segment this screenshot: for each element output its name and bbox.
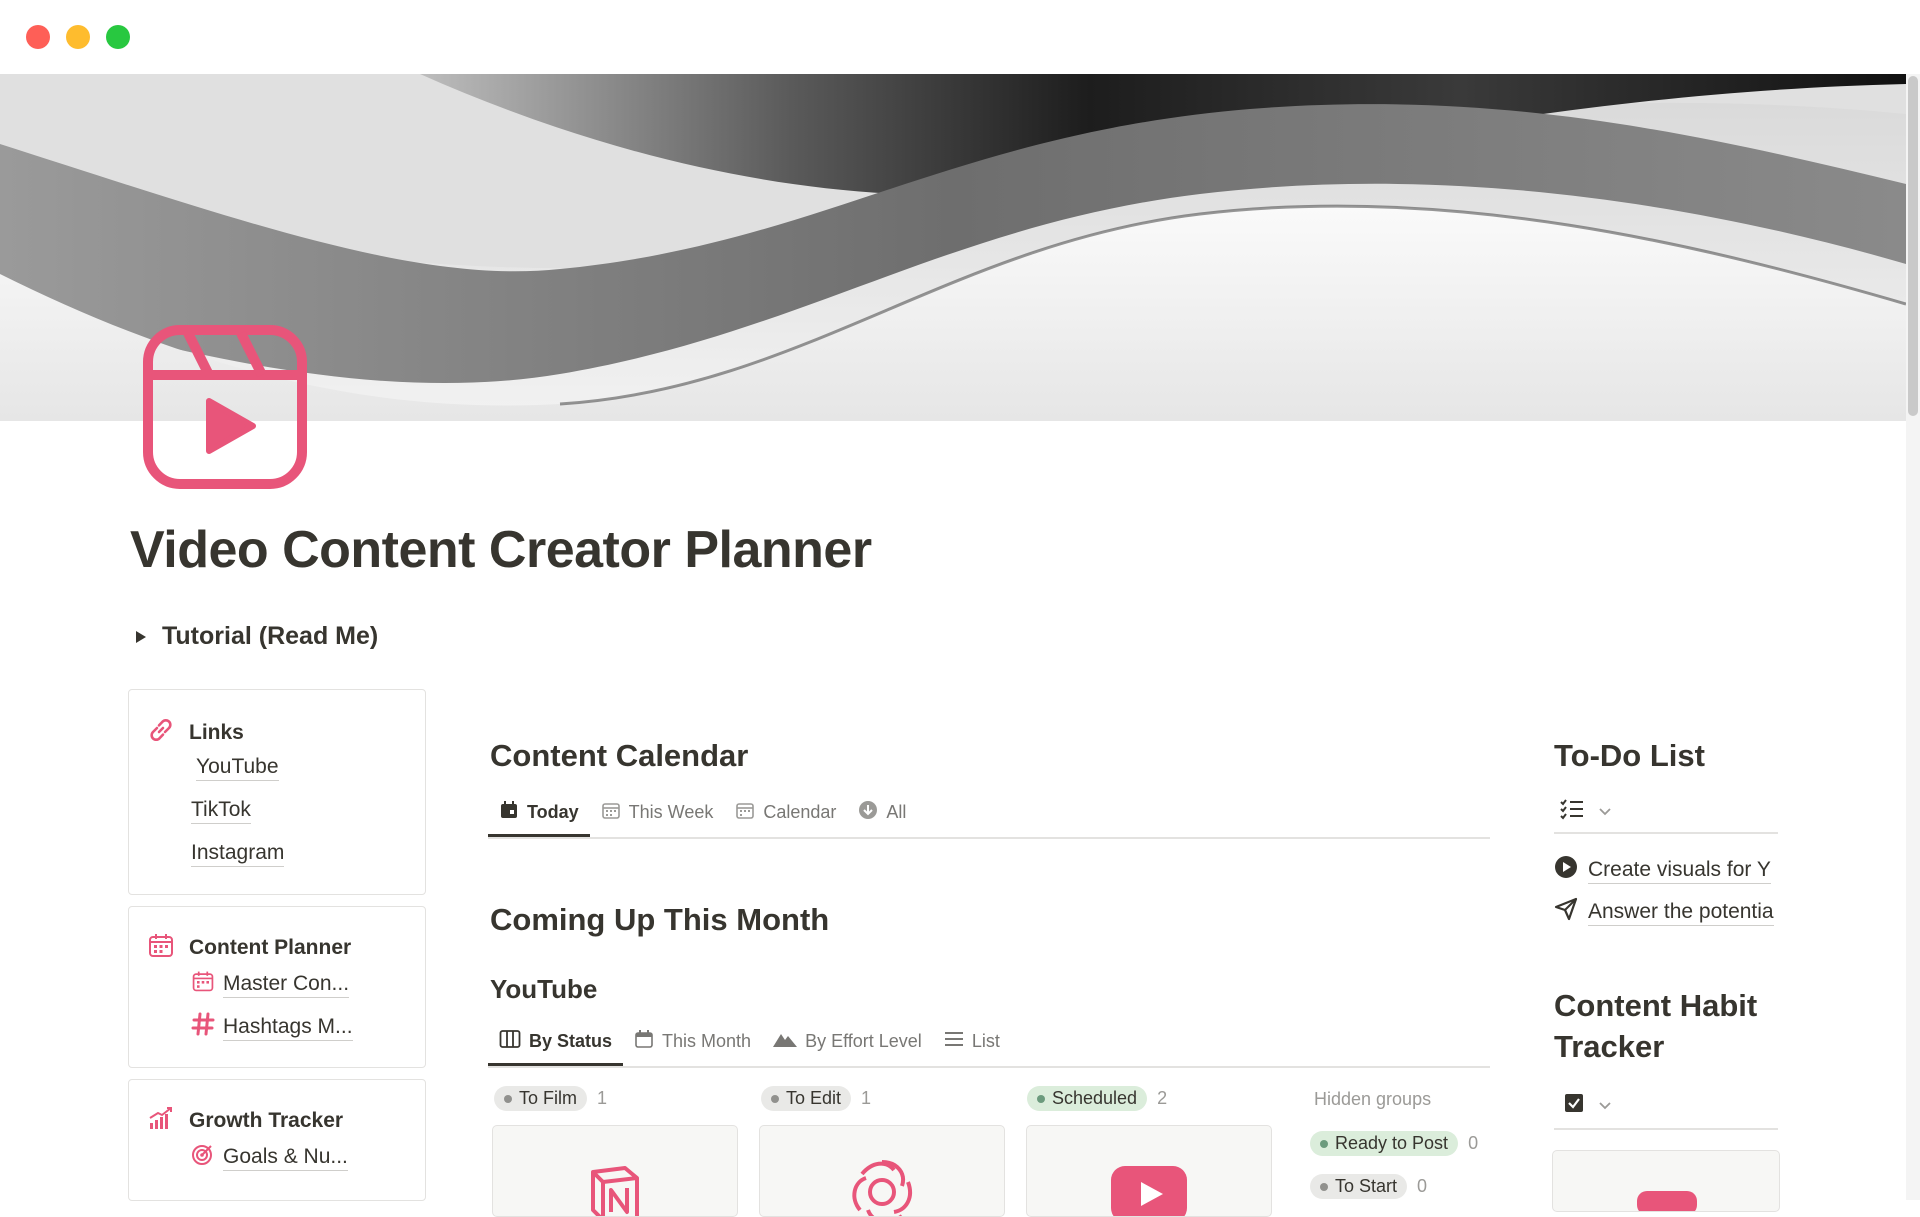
page-title[interactable]: Video Content Creator Planner bbox=[130, 520, 872, 580]
growth-tracker-heading: Growth Tracker bbox=[147, 1104, 343, 1138]
todo-heading: To-Do List bbox=[1554, 738, 1705, 773]
todo-item[interactable]: Create visuals for Y bbox=[1554, 855, 1778, 885]
links-card: Links YouTube TikTok Instagram bbox=[128, 689, 426, 895]
chevron-down-icon bbox=[1598, 1097, 1612, 1115]
calendar-icon bbox=[147, 931, 175, 965]
master-content-link[interactable]: Master Con... bbox=[191, 969, 350, 999]
tab-by-effort-level[interactable]: By Effort Level bbox=[762, 1022, 933, 1060]
tab-calendar[interactable]: Calendar bbox=[724, 793, 847, 831]
link-tiktok[interactable]: TikTok bbox=[191, 797, 251, 824]
link-instagram[interactable]: Instagram bbox=[191, 840, 285, 867]
tab-today[interactable]: Today bbox=[488, 793, 590, 837]
status-pill: To Film bbox=[494, 1086, 587, 1111]
divider bbox=[1554, 1128, 1778, 1130]
openai-logo-icon bbox=[842, 1152, 922, 1216]
status-pill: Ready to Post bbox=[1310, 1131, 1459, 1156]
calendar-icon bbox=[735, 800, 755, 825]
group-count: 0 bbox=[1417, 1176, 1428, 1196]
group-count: 0 bbox=[1468, 1133, 1479, 1153]
group-to-edit[interactable]: To Edit 1 bbox=[761, 1086, 871, 1111]
hidden-group-to-start[interactable]: To Start 0 bbox=[1310, 1174, 1427, 1199]
todo-view-selector[interactable] bbox=[1560, 798, 1612, 825]
group-scheduled[interactable]: Scheduled 2 bbox=[1027, 1086, 1167, 1111]
habit-card[interactable] bbox=[1552, 1150, 1780, 1212]
hidden-groups-label: Hidden groups bbox=[1314, 1089, 1432, 1109]
calendar-solid-icon bbox=[499, 800, 519, 825]
content-planner-card: Content Planner Master Con... Hashtags M… bbox=[128, 906, 426, 1068]
divider bbox=[488, 837, 1490, 839]
group-count: 2 bbox=[1157, 1088, 1168, 1108]
window-titlebar bbox=[0, 0, 1920, 74]
hashtags-link[interactable]: Hashtags M... bbox=[191, 1012, 353, 1042]
group-to-film[interactable]: To Film 1 bbox=[494, 1086, 607, 1111]
calendar-icon bbox=[191, 969, 215, 999]
paper-plane-icon bbox=[1554, 897, 1578, 927]
tab-this-week[interactable]: This Week bbox=[590, 793, 725, 831]
habit-card-icon bbox=[1637, 1191, 1697, 1211]
scrollbar-thumb[interactable] bbox=[1908, 76, 1918, 416]
hidden-group-ready-to-post[interactable]: Ready to Post 0 bbox=[1310, 1131, 1478, 1156]
hashtag-icon bbox=[191, 1012, 215, 1042]
minimize-window-button[interactable] bbox=[66, 25, 90, 49]
chevron-down-icon bbox=[1598, 803, 1612, 821]
board-icon bbox=[499, 1029, 521, 1054]
tab-this-month[interactable]: This Month bbox=[623, 1022, 762, 1060]
close-window-button[interactable] bbox=[26, 25, 50, 49]
arrow-down-circle-icon bbox=[858, 800, 878, 825]
reels-video-icon[interactable] bbox=[143, 325, 307, 489]
tab-by-status[interactable]: By Status bbox=[488, 1022, 624, 1066]
tab-all[interactable]: All bbox=[847, 793, 917, 831]
maximize-window-button[interactable] bbox=[106, 25, 130, 49]
toggle-triangle-icon[interactable] bbox=[136, 630, 146, 643]
todo-item[interactable]: Answer the potentia bbox=[1554, 897, 1778, 927]
links-heading: Links bbox=[147, 716, 244, 750]
content-planner-heading: Content Planner bbox=[147, 931, 351, 965]
status-pill: To Edit bbox=[761, 1086, 852, 1111]
habit-view-selector[interactable] bbox=[1564, 1093, 1612, 1118]
board-card-to-film[interactable] bbox=[492, 1125, 738, 1217]
link-chain-icon bbox=[147, 716, 175, 750]
youtube-logo-icon bbox=[1111, 1166, 1187, 1216]
checklist-icon bbox=[1560, 798, 1584, 825]
youtube-view-tabs: By Status This Month By Effort Level Lis… bbox=[488, 1022, 1011, 1066]
link-youtube[interactable]: YouTube bbox=[196, 754, 279, 781]
tutorial-toggle[interactable]: Tutorial (Read Me) bbox=[136, 622, 378, 651]
group-count: 1 bbox=[861, 1088, 872, 1108]
checkbox-checked-icon bbox=[1564, 1093, 1584, 1118]
calendar-icon bbox=[601, 800, 621, 825]
tutorial-toggle-label: Tutorial (Read Me) bbox=[162, 622, 379, 650]
bar-chart-icon bbox=[147, 1104, 175, 1138]
group-count: 1 bbox=[597, 1088, 608, 1108]
divider bbox=[1554, 832, 1778, 834]
growth-tracker-card: Growth Tracker Goals & Nu... bbox=[128, 1079, 426, 1201]
coming-up-heading: Coming Up This Month bbox=[490, 902, 830, 937]
calendar-solid-icon bbox=[634, 1029, 654, 1054]
target-icon bbox=[191, 1142, 215, 1172]
content-calendar-heading: Content Calendar bbox=[490, 738, 749, 773]
board-card-to-edit[interactable] bbox=[759, 1125, 1005, 1217]
tab-list[interactable]: List bbox=[933, 1022, 1011, 1060]
list-icon bbox=[944, 1030, 964, 1053]
mountain-icon bbox=[773, 1030, 798, 1053]
youtube-subheading: YouTube bbox=[490, 974, 598, 1004]
content-calendar-view-tabs: Today This Week Calendar All bbox=[488, 793, 917, 837]
notion-logo-icon bbox=[585, 1162, 645, 1216]
habit-tracker-heading-line2: Tracker bbox=[1554, 1029, 1665, 1064]
status-pill: Scheduled bbox=[1027, 1086, 1148, 1111]
play-circle-icon bbox=[1554, 855, 1578, 885]
habit-tracker-heading-line1: Content Habit bbox=[1554, 988, 1758, 1023]
goals-numbers-link[interactable]: Goals & Nu... bbox=[191, 1142, 348, 1172]
board-card-scheduled[interactable] bbox=[1026, 1125, 1272, 1217]
status-pill: To Start bbox=[1310, 1174, 1408, 1199]
divider bbox=[488, 1066, 1490, 1068]
